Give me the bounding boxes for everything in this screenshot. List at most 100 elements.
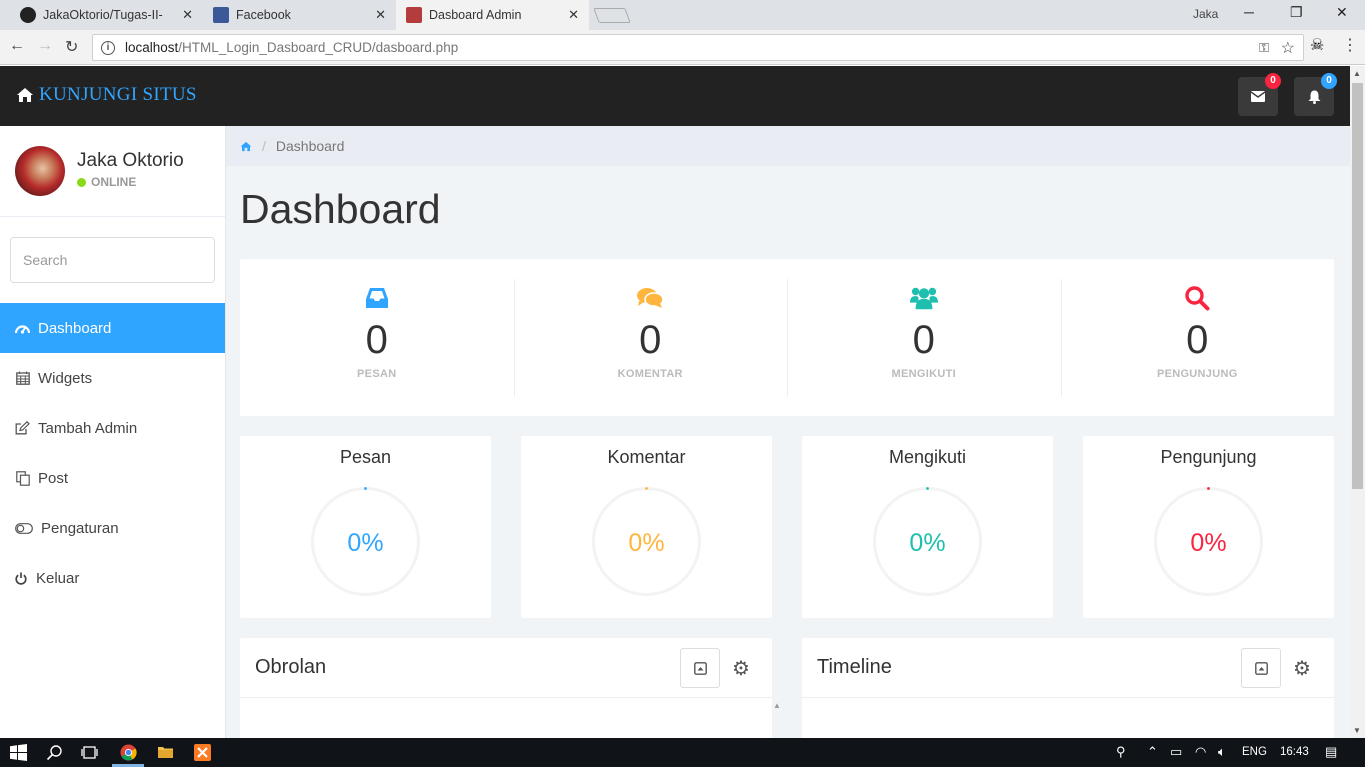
sidebar-item-label: Pengaturan (41, 519, 119, 537)
wifi-icon[interactable]: ◠ (1195, 744, 1206, 760)
new-tab-button[interactable] (593, 8, 631, 23)
gauge-value: 0% (628, 529, 665, 557)
comments-icon (636, 284, 664, 312)
collapse-icon (1254, 661, 1268, 675)
breadcrumb-separator: / (262, 138, 266, 154)
browser-tab-strip: JakaOktorio/Tugas-II-Set ✕ Facebook ✕ Da… (0, 0, 1365, 30)
sidebar-item-dashboard[interactable]: Dashboard (0, 303, 225, 353)
gauge-card-pengunjung: Pengunjung 0% (1083, 436, 1334, 618)
cogs-icon: ⚙ (1293, 657, 1311, 680)
settings-button[interactable]: ⚙ (1282, 648, 1322, 688)
back-icon[interactable]: ← (9, 37, 25, 55)
scroll-up-icon[interactable]: ▲ (1353, 69, 1361, 78)
sidebar-item-keluar[interactable]: Keluar (0, 553, 225, 603)
page-scrollbar[interactable]: ▲ ▼ (1350, 66, 1365, 738)
people-icon[interactable]: ⚲ (1116, 744, 1126, 760)
browser-toolbar: ← → ↻ i localhost/HTML_Login_Dasboard_CR… (0, 30, 1365, 65)
tab-label: JakaOktorio/Tugas-II-Set (43, 8, 163, 22)
close-icon[interactable]: ✕ (375, 7, 386, 23)
power-icon (15, 571, 27, 586)
stat-mengikuti: 0 MENGIKUTI (787, 259, 1061, 416)
sidebar-item-label: Post (38, 469, 69, 487)
close-window-icon[interactable]: ✕ (1336, 4, 1348, 21)
extension-icon[interactable]: ☠ (1310, 35, 1324, 55)
minimize-icon[interactable]: ─ (1244, 4, 1254, 20)
gauge-marker (364, 487, 367, 490)
avatar (15, 146, 65, 196)
search-icon (1183, 284, 1211, 312)
home-icon[interactable] (240, 141, 252, 152)
battery-icon[interactable]: ▭ (1170, 744, 1182, 760)
task-view-icon[interactable] (81, 744, 98, 761)
site-icon (406, 7, 422, 23)
sidebar-item-widgets[interactable]: Widgets (0, 353, 225, 403)
scroll-up-arrow-icon[interactable]: ▲ (773, 701, 781, 710)
chevron-up-icon[interactable]: ⌃ (1147, 744, 1158, 760)
dashboard-icon (15, 321, 30, 336)
github-icon (20, 7, 36, 23)
notifications-button[interactable]: 0 (1294, 73, 1337, 116)
address-bar[interactable]: i localhost/HTML_Login_Dasboard_CRUD/das… (92, 34, 1304, 61)
tab-facebook[interactable]: Facebook ✕ (203, 0, 396, 30)
url-host: localhost (125, 40, 179, 55)
main-content: / Dashboard Dashboard 0 PESAN 0 KOMENTAR… (226, 126, 1350, 738)
reload-icon[interactable]: ↻ (65, 37, 78, 57)
volume-icon[interactable]: 🔈︎ (1218, 744, 1226, 760)
sidebar-item-pengaturan[interactable]: Pengaturan (0, 503, 225, 553)
brand-text: KUNJUNGI SITUS (39, 84, 197, 105)
action-center-icon[interactable]: ▤ (1325, 744, 1337, 760)
panel-title: Obrolan (255, 656, 327, 678)
window-user: Jaka (1193, 7, 1219, 21)
sidebar-item-tambah-admin[interactable]: Tambah Admin (0, 403, 225, 453)
calendar-icon (15, 371, 30, 386)
chrome-icon[interactable] (120, 744, 137, 761)
brand-link[interactable]: KUNJUNGI SITUS (16, 84, 197, 106)
facebook-icon (213, 7, 229, 23)
windows-start-icon[interactable] (10, 744, 27, 761)
gauge-card-pesan: Pesan 0% (240, 436, 491, 618)
online-dot-icon (77, 177, 86, 187)
close-icon[interactable]: ✕ (568, 7, 579, 23)
home-icon (17, 88, 33, 102)
sidebar-item-post[interactable]: Post (0, 453, 225, 503)
sidebar: Jaka Oktorio ONLINE Dashboard Widgets Ta… (0, 126, 226, 738)
status-label: ONLINE (91, 175, 137, 189)
stat-value: 0 (912, 318, 935, 362)
bell-icon (1308, 90, 1320, 104)
tab-label: Facebook (236, 8, 291, 22)
tab-github[interactable]: JakaOktorio/Tugas-II-Set ✕ (0, 0, 203, 30)
collapse-button[interactable] (680, 648, 720, 688)
tab-dasboard-admin[interactable]: Dasboard Admin ✕ (396, 0, 589, 30)
gauge-title: Komentar (607, 447, 686, 467)
settings-button[interactable]: ⚙ (721, 648, 761, 688)
page-title: Dashboard (240, 186, 441, 232)
stat-value: 0 (1186, 318, 1209, 362)
key-icon[interactable]: ⚿ (1259, 40, 1269, 56)
star-icon[interactable]: ☆ (1281, 38, 1295, 58)
breadcrumb: / Dashboard (226, 126, 1350, 166)
scrollbar-thumb[interactable] (1352, 83, 1363, 489)
gauge-marker (926, 487, 929, 490)
taskbar-search-icon[interactable] (46, 744, 63, 761)
browser-menu-icon[interactable]: ⋮ (1342, 35, 1358, 55)
search-input[interactable] (10, 237, 215, 283)
collapse-button[interactable] (1241, 648, 1281, 688)
stat-value: 0 (639, 318, 662, 362)
notifications-badge: 0 (1321, 73, 1337, 89)
restore-icon[interactable]: ❐ (1290, 4, 1303, 21)
messages-button[interactable]: 0 (1238, 73, 1281, 116)
file-explorer-icon[interactable] (157, 744, 174, 761)
stat-value: 0 (365, 318, 388, 362)
gauge-title: Pesan (339, 447, 392, 467)
close-icon[interactable]: ✕ (182, 7, 193, 23)
forward-icon[interactable]: → (37, 37, 53, 55)
scroll-down-icon[interactable]: ▼ (1353, 726, 1361, 735)
xampp-icon[interactable] (194, 744, 211, 761)
inbox-icon (363, 284, 391, 312)
info-icon[interactable]: i (101, 40, 115, 55)
timeline-panel: Timeline ⚙ (802, 638, 1334, 738)
language-indicator[interactable]: ENG (1242, 746, 1267, 758)
gauge-title: Pengunjung (1160, 447, 1257, 467)
clock[interactable]: 16:43 (1280, 746, 1309, 758)
tab-label: Dasboard Admin (429, 8, 522, 22)
